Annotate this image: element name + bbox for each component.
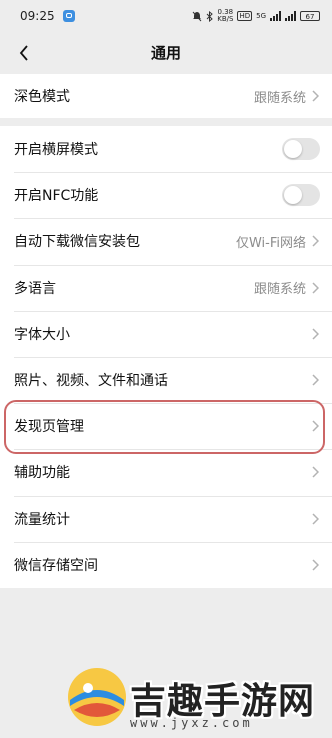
row-label: 开启NFC功能 xyxy=(14,188,99,205)
signal-icon xyxy=(285,11,296,21)
settings-row-storage[interactable]: 微信存储空间 xyxy=(0,541,332,588)
chevron-right-icon xyxy=(312,420,320,432)
chevron-left-icon xyxy=(19,45,28,61)
row-label: 辅助功能 xyxy=(14,465,70,482)
row-label: 流量统计 xyxy=(14,511,70,528)
settings-row-nfc: 开启NFC功能 xyxy=(0,172,332,218)
status-right: 0.38 KB/S HD 5G 67 xyxy=(192,9,320,23)
battery-icon: 67 xyxy=(300,11,320,21)
chevron-right-icon xyxy=(312,90,320,102)
status-bar: 09:25 0.38 KB/S HD 5G 67 xyxy=(0,0,332,32)
settings-row-media[interactable]: 照片、视频、文件和通话 xyxy=(0,356,332,403)
chevron-right-icon xyxy=(312,559,320,571)
nav-bar: 通用 xyxy=(0,32,332,74)
settings-row-dark-mode[interactable]: 深色模式 跟随系统 xyxy=(0,74,332,118)
bluetooth-icon xyxy=(206,10,213,22)
signal-icon xyxy=(270,11,281,21)
toggle-knob xyxy=(284,140,302,159)
row-label: 照片、视频、文件和通话 xyxy=(14,373,168,390)
toggle-knob xyxy=(284,186,302,205)
mute-bell-icon xyxy=(192,11,202,21)
settings-group-general: 开启横屏模式 开启NFC功能 自动下载微信安装包 仅Wi-Fi网络 多语言 跟随… xyxy=(0,126,332,588)
chevron-right-icon xyxy=(312,328,320,340)
row-label: 字体大小 xyxy=(14,326,70,343)
chevron-right-icon xyxy=(312,466,320,478)
row-label: 自动下载微信安装包 xyxy=(14,234,140,251)
settings-row-traffic[interactable]: 流量统计 xyxy=(0,495,332,542)
network-type: 5G xyxy=(256,11,266,20)
watermark-title: 吉趣手游网 xyxy=(130,681,316,722)
watermark: 吉趣手游网 www.jyxz.com xyxy=(66,660,332,738)
status-left: 09:25 xyxy=(20,9,75,23)
battery-level: 67 xyxy=(305,13,315,21)
row-value: 跟随系统 xyxy=(253,282,306,298)
chevron-right-icon xyxy=(312,374,320,386)
chevron-right-icon xyxy=(312,282,320,294)
hd-badge: HD xyxy=(237,11,253,21)
nfc-toggle[interactable] xyxy=(282,184,320,207)
chevron-right-icon xyxy=(312,235,320,247)
settings-row-auto-download[interactable]: 自动下载微信安装包 仅Wi-Fi网络 xyxy=(0,218,332,264)
wechat-app-icon xyxy=(62,10,75,22)
network-speed: 0.38 KB/S xyxy=(217,9,233,23)
landscape-toggle[interactable] xyxy=(282,138,320,161)
row-value: 仅Wi-Fi网络 xyxy=(235,235,306,251)
chevron-right-icon xyxy=(312,513,320,525)
network-speed-unit: KB/S xyxy=(217,15,234,23)
row-value: 跟随系统 xyxy=(253,90,306,106)
settings-row-landscape: 开启横屏模式 xyxy=(0,126,332,172)
status-time: 09:25 xyxy=(20,9,55,23)
row-label: 多语言 xyxy=(14,280,56,297)
settings-row-font-size[interactable]: 字体大小 xyxy=(0,310,332,357)
settings-row-accessibility[interactable]: 辅助功能 xyxy=(0,449,332,495)
page-title: 通用 xyxy=(150,44,181,62)
settings-group-display: 深色模式 跟随系统 xyxy=(0,74,332,118)
row-label: 发现页管理 xyxy=(14,419,84,436)
settings-row-discover[interactable]: 发现页管理 xyxy=(0,403,332,449)
row-label: 微信存储空间 xyxy=(14,557,98,574)
watermark-url: www.jyxz.com xyxy=(130,716,253,730)
settings-row-language[interactable]: 多语言 跟随系统 xyxy=(0,264,332,311)
row-label: 深色模式 xyxy=(14,89,70,105)
row-label: 开启横屏模式 xyxy=(14,142,98,159)
back-button[interactable] xyxy=(8,37,40,69)
watermark-logo-icon xyxy=(68,668,126,726)
